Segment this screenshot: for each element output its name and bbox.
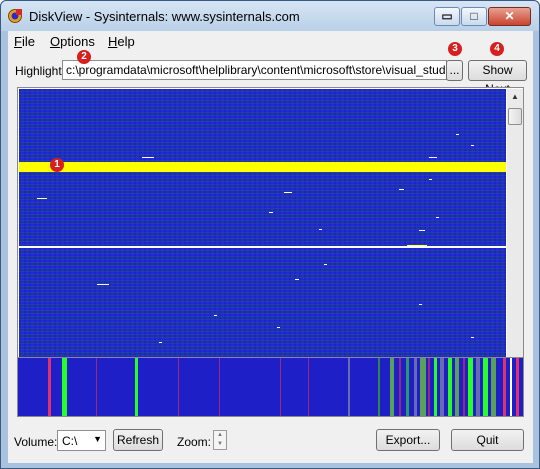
overview-stripe xyxy=(448,358,452,416)
volume-select[interactable]: C:\ ▼ xyxy=(57,430,106,451)
cluster-speck xyxy=(295,279,299,280)
overview-stripe xyxy=(428,358,430,416)
minimize-icon: ▭ xyxy=(441,9,453,23)
overview-stripe xyxy=(510,358,512,416)
overview-stripe xyxy=(390,358,394,416)
overview-stripe xyxy=(135,358,138,416)
quit-button[interactable]: Quit xyxy=(451,429,524,451)
disk-overview-bar[interactable] xyxy=(17,357,524,417)
annotation-badge-3: 3 xyxy=(448,42,462,56)
overview-stripe xyxy=(219,358,220,416)
overview-stripe xyxy=(440,358,444,416)
cluster-speck xyxy=(419,230,425,231)
close-icon: ✕ xyxy=(504,9,515,23)
overview-stripe xyxy=(378,358,380,416)
overview-stripe xyxy=(455,358,459,416)
highlight-path-field[interactable]: c:\programdata\microsoft\helplibrary\con… xyxy=(62,60,447,80)
overview-stripe xyxy=(414,358,417,416)
overview-stripe xyxy=(280,358,281,416)
overview-stripe xyxy=(96,358,97,416)
overview-stripe xyxy=(468,358,473,416)
cluster-speck xyxy=(471,145,474,146)
cluster-speck xyxy=(324,264,327,265)
annotation-badge-2: 2 xyxy=(77,50,91,64)
cluster-speck xyxy=(269,212,273,213)
zoom-down-icon[interactable]: ▼ xyxy=(214,440,226,449)
refresh-button[interactable]: Refresh xyxy=(113,429,163,451)
overview-stripe xyxy=(178,358,179,416)
overview-stripe xyxy=(420,358,426,416)
cluster-speck xyxy=(159,342,162,343)
volume-label: Volume: xyxy=(14,435,58,449)
cluster-speck xyxy=(277,327,280,328)
cluster-map-view[interactable] xyxy=(19,89,506,368)
menu-file[interactable]: File xyxy=(14,34,35,49)
overview-stripe xyxy=(434,358,437,416)
cluster-speck xyxy=(429,179,432,180)
white-cluster-line xyxy=(19,246,506,248)
overview-stripe xyxy=(503,358,506,416)
disk-cluster-map[interactable]: ▲ ▼ xyxy=(17,87,524,370)
cluster-speck xyxy=(37,198,47,199)
maximize-button[interactable]: □ xyxy=(461,7,487,26)
minimize-button[interactable]: ▭ xyxy=(434,7,460,26)
overview-stripe xyxy=(308,358,309,416)
window-title: DiskView - Sysinternals: www.sysinternal… xyxy=(29,9,300,24)
menu-help[interactable]: Help xyxy=(108,34,135,49)
client-area: File Options Help Highlight: c:\programd… xyxy=(8,31,533,463)
volume-value: C:\ xyxy=(62,434,78,448)
cluster-speck xyxy=(214,315,217,316)
chevron-down-icon: ▼ xyxy=(93,434,102,444)
zoom-up-icon[interactable]: ▲ xyxy=(214,431,226,440)
overview-stripe xyxy=(348,358,350,416)
zoom-label: Zoom: xyxy=(177,435,212,449)
close-button[interactable]: ✕ xyxy=(488,7,531,26)
maximize-icon: □ xyxy=(470,9,478,23)
overview-stripe xyxy=(516,358,519,416)
cluster-speck xyxy=(407,245,427,246)
annotation-badge-4: 4 xyxy=(490,42,504,56)
highlight-label: Highlight: xyxy=(15,64,66,78)
annotation-badge-1: 1 xyxy=(50,158,64,172)
cluster-speck xyxy=(429,157,437,158)
overview-stripe xyxy=(491,358,496,416)
cluster-speck xyxy=(284,192,292,193)
highlighted-file-band xyxy=(19,162,506,172)
overview-stripe xyxy=(483,358,488,416)
export-button[interactable]: Export... xyxy=(376,429,440,451)
show-next-button[interactable]: Show Next xyxy=(468,60,527,96)
zoom-spinner[interactable]: ▲ ▼ xyxy=(213,430,227,450)
cluster-speck xyxy=(419,304,422,305)
browse-button[interactable]: ... xyxy=(446,60,463,81)
overview-stripe xyxy=(463,358,465,416)
overview-stripe xyxy=(476,358,480,416)
cluster-speck xyxy=(142,157,154,158)
overview-stripe xyxy=(62,358,67,416)
cluster-speck xyxy=(319,229,322,230)
cluster-speck xyxy=(456,134,459,135)
overview-stripe xyxy=(399,358,401,416)
map-vertical-scrollbar[interactable]: ▲ ▼ xyxy=(507,89,523,368)
cluster-speck xyxy=(471,337,474,338)
cluster-speck xyxy=(97,284,109,285)
diskview-app-icon xyxy=(8,9,22,23)
diskview-window: DiskView - Sysinternals: www.sysinternal… xyxy=(0,0,540,469)
overview-stripe xyxy=(406,358,409,416)
cluster-speck xyxy=(436,217,439,218)
overview-stripe xyxy=(48,358,51,416)
menu-options[interactable]: Options xyxy=(50,34,95,49)
title-bar[interactable]: DiskView - Sysinternals: www.sysinternal… xyxy=(1,1,539,31)
scroll-up-arrow-icon[interactable]: ▲ xyxy=(507,89,523,105)
scroll-thumb[interactable] xyxy=(508,108,522,125)
cluster-speck xyxy=(399,189,404,190)
